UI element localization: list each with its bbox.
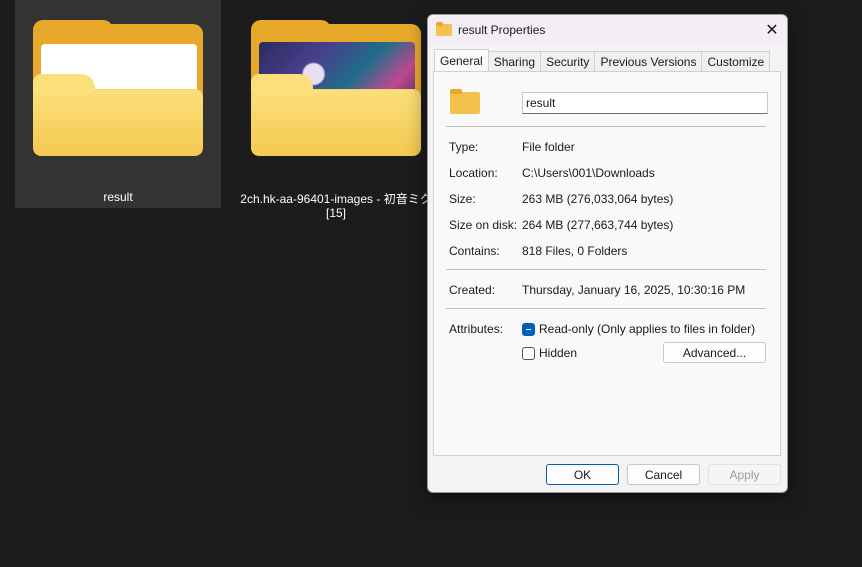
- folder-icon: [450, 89, 480, 114]
- attributes-row: Attributes:: [449, 322, 522, 336]
- close-button[interactable]: ✕: [757, 15, 787, 45]
- tab-security[interactable]: Security: [540, 51, 596, 72]
- created-label: Created:: [449, 283, 496, 297]
- attributes-label: Attributes:: [449, 322, 504, 336]
- type-row: Type: File folder: [449, 140, 575, 154]
- folder-name: result: [103, 190, 133, 204]
- contains-value: 818 Files, 0 Folders: [522, 244, 628, 258]
- folder-item-result[interactable]: result: [15, 0, 221, 208]
- dialog-title: result Properties: [458, 23, 546, 37]
- properties-dialog: result Properties ✕ General Sharing Secu…: [427, 14, 788, 493]
- general-panel: Type: File folder Location: C:\Users\001…: [433, 71, 781, 456]
- advanced-button[interactable]: Advanced...: [663, 342, 766, 363]
- ok-button[interactable]: OK: [546, 464, 619, 485]
- location-row: Location: C:\Users\001\Downloads: [449, 166, 655, 180]
- readonly-checkbox-row[interactable]: Read-only (Only applies to files in fold…: [522, 322, 755, 336]
- size-row: Size: 263 MB (276,033,064 bytes): [449, 192, 673, 206]
- folder-name-input[interactable]: [522, 92, 768, 114]
- type-label: Type:: [449, 140, 479, 154]
- folder-name: 2ch.hk-aa-96401-images - 初音ミク [15]: [240, 192, 432, 220]
- folder-item-images[interactable]: 2ch.hk-aa-96401-images - 初音ミク [15]: [240, 0, 432, 230]
- readonly-checkbox[interactable]: [522, 322, 535, 336]
- size-on-disk-label: Size on disk:: [449, 218, 518, 232]
- tab-general[interactable]: General: [434, 49, 489, 71]
- contains-label: Contains:: [449, 244, 500, 258]
- size-label: Size:: [449, 192, 476, 206]
- divider: [446, 126, 766, 127]
- folder-preview-icon: [251, 20, 421, 160]
- tab-customize[interactable]: Customize: [701, 51, 771, 72]
- size-on-disk-row: Size on disk: 264 MB (277,663,744 bytes): [449, 218, 673, 232]
- folder-icon: [33, 20, 203, 160]
- tab-bar: General Sharing Security Previous Versio…: [434, 49, 771, 72]
- size-on-disk-value: 264 MB (277,663,744 bytes): [522, 218, 674, 232]
- type-value: File folder: [522, 140, 575, 154]
- created-value: Thursday, January 16, 2025, 10:30:16 PM: [522, 283, 746, 297]
- contains-row: Contains: 818 Files, 0 Folders: [449, 244, 627, 258]
- dialog-titlebar[interactable]: result Properties ✕: [428, 15, 787, 45]
- location-label: Location:: [449, 166, 498, 180]
- hidden-checkbox[interactable]: [522, 346, 535, 360]
- tab-sharing[interactable]: Sharing: [487, 51, 542, 72]
- divider: [446, 269, 766, 270]
- location-value: C:\Users\001\Downloads: [522, 166, 655, 180]
- readonly-label: Read-only (Only applies to files in fold…: [539, 322, 756, 336]
- divider: [446, 308, 766, 309]
- cancel-button[interactable]: Cancel: [627, 464, 700, 485]
- hidden-checkbox-row[interactable]: Hidden: [522, 346, 577, 360]
- tab-previous-versions[interactable]: Previous Versions: [594, 51, 703, 72]
- created-row: Created: Thursday, January 16, 2025, 10:…: [449, 283, 745, 297]
- size-value: 263 MB (276,033,064 bytes): [522, 192, 674, 206]
- apply-button[interactable]: Apply: [708, 464, 781, 485]
- folder-icon: [436, 22, 452, 36]
- hidden-label: Hidden: [539, 346, 578, 360]
